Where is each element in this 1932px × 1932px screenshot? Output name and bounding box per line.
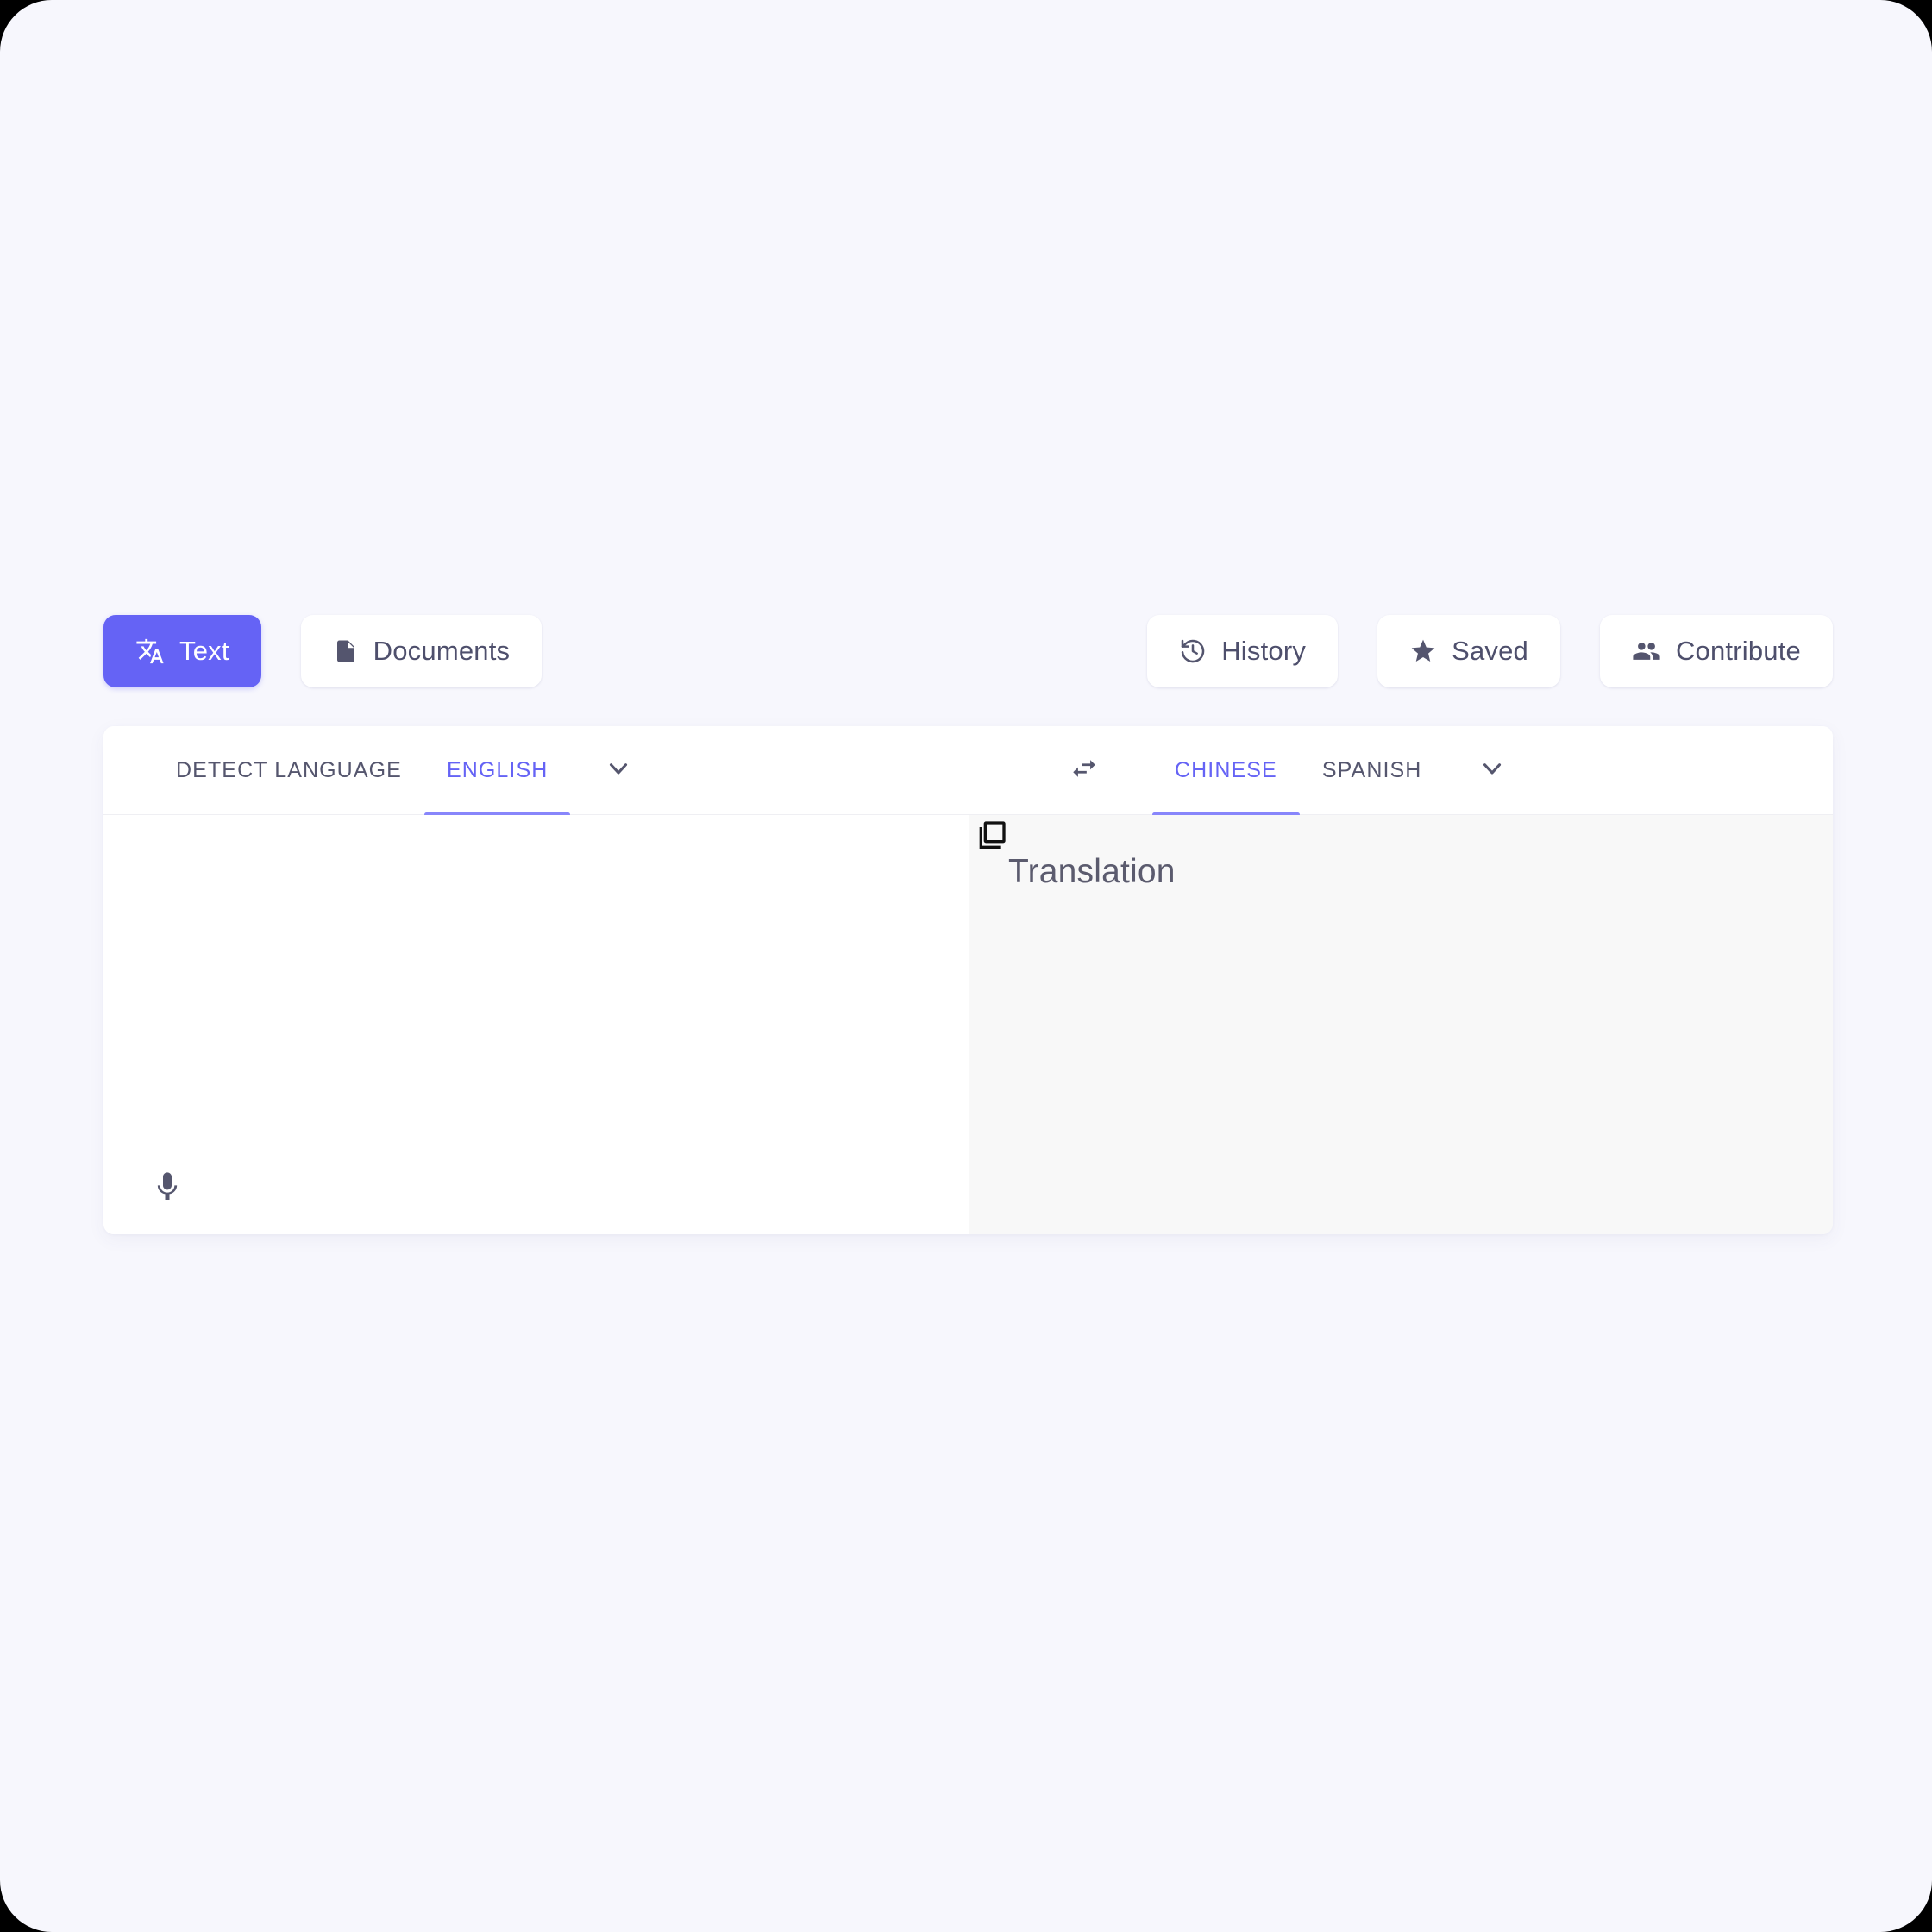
history-icon: [1179, 637, 1207, 665]
saved-button[interactable]: Saved: [1377, 615, 1560, 687]
target-lang-chinese[interactable]: CHINESE: [1152, 726, 1300, 817]
translate-icon: [135, 637, 165, 666]
target-language-dropdown[interactable]: [1444, 726, 1540, 815]
history-button[interactable]: History: [1147, 615, 1339, 687]
toolbar-left-group: Text Documents: [104, 615, 543, 687]
toolbar-right-group: History Saved Contribute: [1147, 615, 1833, 687]
translation-output-placeholder: Translation: [1008, 853, 1176, 890]
contribute-button[interactable]: Contribute: [1599, 615, 1833, 687]
people-icon: [1632, 637, 1661, 666]
copy-icon: [974, 819, 1008, 857]
tab-text[interactable]: Text: [104, 615, 261, 687]
chevron-down-icon: [604, 754, 633, 787]
toolbar: Text Documents History Saved Contribute: [104, 615, 1833, 687]
translator-card: DETECT LANGUAGE ENGLISH CHINESE SPANISH …: [104, 726, 1833, 1234]
target-pane: Translation: [969, 815, 1833, 1234]
chevron-down-icon: [1477, 754, 1507, 787]
translator-app: Text Documents History Saved Contribute …: [0, 0, 1932, 1932]
saved-label: Saved: [1452, 636, 1528, 666]
copy-translation-button[interactable]: [970, 817, 1012, 858]
language-bar: DETECT LANGUAGE ENGLISH CHINESE SPANISH: [104, 726, 1833, 817]
star-icon: [1409, 637, 1437, 665]
target-language-group: CHINESE SPANISH: [1152, 726, 1540, 817]
tab-text-label: Text: [179, 636, 229, 666]
swap-languages-button[interactable]: [1045, 726, 1123, 815]
translation-panes: Translation: [104, 815, 1833, 1234]
document-icon: [333, 637, 359, 666]
history-label: History: [1221, 636, 1307, 666]
source-text-input[interactable]: [141, 839, 935, 1150]
tab-documents-label: Documents: [373, 636, 511, 666]
microphone-icon: [150, 1170, 185, 1208]
swap-horizontal-icon: [1070, 754, 1099, 787]
source-lang-detect-label: DETECT LANGUAGE: [176, 758, 402, 782]
target-lang-spanish[interactable]: SPANISH: [1300, 726, 1445, 815]
target-lang-chinese-label: CHINESE: [1175, 758, 1277, 782]
voice-input-button[interactable]: [145, 1166, 190, 1211]
tab-documents[interactable]: Documents: [300, 615, 543, 687]
contribute-label: Contribute: [1675, 636, 1801, 666]
source-lang-english-label: ENGLISH: [446, 758, 549, 782]
source-lang-english[interactable]: ENGLISH: [423, 726, 571, 817]
target-lang-spanish-label: SPANISH: [1321, 758, 1422, 782]
source-language-dropdown[interactable]: [570, 726, 667, 815]
source-language-group: DETECT LANGUAGE ENGLISH: [154, 726, 667, 817]
source-pane: [104, 815, 969, 1234]
source-lang-detect[interactable]: DETECT LANGUAGE: [154, 726, 424, 815]
